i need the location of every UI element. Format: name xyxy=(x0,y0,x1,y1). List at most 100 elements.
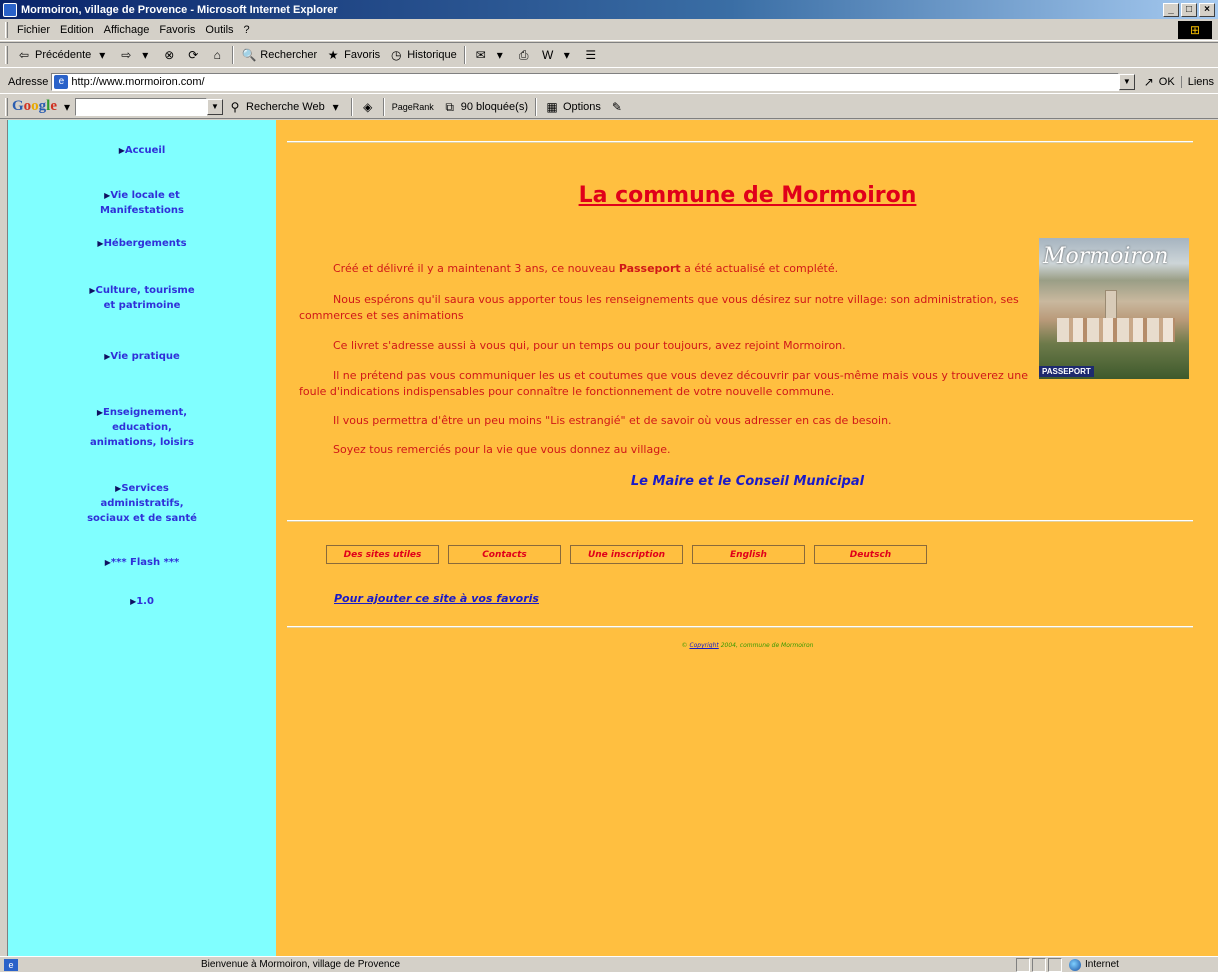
useful-sites-button[interactable]: Des sites utiles xyxy=(326,545,439,564)
back-label: Précédente xyxy=(35,49,92,61)
nav-vie-pratique[interactable]: ▶Vie pratique xyxy=(8,349,276,364)
link-buttons: Des sites utiles Contacts Une inscriptio… xyxy=(326,545,927,564)
forward-dropdown-icon[interactable]: ▾ xyxy=(137,47,153,63)
status-text: Bienvenue à Mormoiron, village de Proven… xyxy=(201,959,400,970)
toolbar-separator xyxy=(382,97,385,116)
paragraph-1: Créé et délivré il y a maintenant 3 ans,… xyxy=(299,261,1039,277)
nav-label: Vie locale et xyxy=(110,190,180,201)
refresh-icon: ⟳ xyxy=(188,48,199,62)
nav-culture-tourisme[interactable]: ▶Culture, tourisme et patrimoine xyxy=(8,283,276,313)
registration-button[interactable]: Une inscription xyxy=(570,545,683,564)
highlight-button[interactable]: ✎ xyxy=(605,99,629,115)
highlighter-icon: ✎ xyxy=(611,99,622,114)
nav-label: education, xyxy=(112,422,172,433)
nav-label: Enseignement, xyxy=(103,407,188,418)
status-panel xyxy=(1048,958,1062,972)
english-button[interactable]: English xyxy=(692,545,805,564)
go-button[interactable]: ↗ OK xyxy=(1135,74,1181,90)
toolbar-grip[interactable] xyxy=(5,46,8,64)
menu-view[interactable]: Affichage xyxy=(99,24,155,36)
nav-accueil[interactable]: ▶Accueil xyxy=(8,143,276,158)
go-arrow-icon: ↗ xyxy=(1143,74,1154,89)
address-dropdown-icon[interactable]: ▼ xyxy=(1118,73,1135,90)
google-toolbar-grip[interactable] xyxy=(5,97,8,116)
add-favorites-link[interactable]: Pour ajouter ce site à vos favoris xyxy=(334,592,539,605)
discuss-icon: ☰ xyxy=(585,48,597,62)
nav-label: Culture, tourisme xyxy=(95,285,195,296)
nav-version[interactable]: ▶1.0 xyxy=(8,594,276,609)
forward-button[interactable]: ⇨ ▾ xyxy=(114,47,157,63)
favorites-label: Favoris xyxy=(344,49,381,61)
divider-middle xyxy=(287,520,1193,522)
web-search-button[interactable]: ⚲ Recherche Web ▾ xyxy=(223,99,348,115)
nav-services[interactable]: ▶Services administratifs, sociaux et de … xyxy=(8,481,276,526)
mail-button[interactable]: ✉ ▾ xyxy=(469,47,512,63)
minimize-button[interactable]: _ xyxy=(1163,2,1179,17)
refresh-button[interactable]: ⟳ xyxy=(181,47,205,63)
close-button[interactable]: × xyxy=(1199,2,1215,17)
nav-label: administratifs, xyxy=(100,498,184,509)
menubar-grip[interactable] xyxy=(5,21,8,38)
p2-text: Nous espérons qu'il saura vous apporter … xyxy=(299,293,1019,322)
edit-button[interactable]: W ▾ xyxy=(536,47,579,63)
address-label: Adresse xyxy=(8,75,49,88)
search-button[interactable]: 🔍 Rechercher xyxy=(237,47,321,63)
discuss-button[interactable]: ☰ xyxy=(579,47,603,63)
word-edit-icon: W xyxy=(542,48,554,62)
toolbar-separator xyxy=(232,46,235,64)
binoculars-icon: ⚲ xyxy=(230,99,240,114)
nav-enseignement[interactable]: ▶Enseignement, education, animations, lo… xyxy=(8,405,276,450)
passport-title: Mormoiron xyxy=(1043,244,1169,269)
menu-help[interactable]: ? xyxy=(239,24,255,36)
address-input[interactable]: e http://www.mormoiron.com/ xyxy=(51,72,1119,91)
google-search-input[interactable] xyxy=(75,97,208,116)
links-button[interactable]: Liens xyxy=(1180,75,1218,88)
toolbar-separator xyxy=(535,97,537,116)
menu-tools[interactable]: Outils xyxy=(200,24,238,36)
menu-favorites[interactable]: Favoris xyxy=(154,24,200,36)
menu-file[interactable]: Fichier xyxy=(12,24,55,36)
maximize-button[interactable]: □ xyxy=(1181,2,1197,17)
paragraph-6: Soyez tous remerciés pour la vie que vou… xyxy=(299,442,1039,458)
contacts-button[interactable]: Contacts xyxy=(448,545,561,564)
google-menu-dropdown-icon[interactable]: ▾ xyxy=(59,99,75,115)
search-icon: 🔍 xyxy=(241,48,257,62)
menu-edit[interactable]: Edition xyxy=(55,24,99,36)
home-button[interactable]: ⌂ xyxy=(205,47,229,63)
popup-blocked-count: 90 bloquée(s) xyxy=(460,100,528,113)
print-button[interactable]: ⎙ xyxy=(512,47,536,63)
back-dropdown-icon[interactable]: ▾ xyxy=(94,47,110,63)
favorites-button[interactable]: ★ Favoris xyxy=(321,47,384,63)
windows-logo-icon: ⊞ xyxy=(1178,21,1212,39)
internet-globe-icon xyxy=(1069,958,1081,971)
paragraph-3: Ce livret s'adresse aussi à vous qui, po… xyxy=(299,338,1039,354)
nav-vie-locale[interactable]: ▶Vie locale et Manifestations xyxy=(8,188,276,218)
history-button[interactable]: ◷ Historique xyxy=(384,47,461,63)
print-icon: ⎙ xyxy=(518,48,529,62)
address-url: http://www.mormoiron.com/ xyxy=(71,75,205,88)
window-title: Mormoiron, village de Provence - Microso… xyxy=(21,3,338,16)
nav-label: *** Flash *** xyxy=(110,557,180,568)
paragraph-5: Il vous permettra d'être un peu moins "L… xyxy=(299,413,1039,429)
pagerank-indicator[interactable]: PageRank xyxy=(388,102,438,112)
google-logo-button[interactable]: Google xyxy=(12,98,57,115)
passport-cover-image: Mormoiron PASSEPORT xyxy=(1039,238,1189,379)
popup-blocker-button[interactable]: ⧉ 90 bloquée(s) xyxy=(438,99,532,115)
nav-hebergements[interactable]: ▶Hébergements xyxy=(8,236,276,251)
address-bar: Adresse e http://www.mormoiron.com/ ▼ ↗ … xyxy=(0,70,1218,94)
news-button[interactable]: ◈ xyxy=(356,99,380,115)
google-search-dropdown-icon[interactable]: ▼ xyxy=(207,98,224,115)
nav-label: Manifestations xyxy=(99,205,184,216)
nav-flash[interactable]: ▶*** Flash *** xyxy=(8,555,276,570)
options-button[interactable]: ▦ Options xyxy=(540,99,605,115)
p3-text: Ce livret s'adresse aussi à vous qui, po… xyxy=(333,339,846,352)
nav-label: Accueil xyxy=(124,145,166,156)
stop-button[interactable]: ⊗ xyxy=(157,47,181,63)
passport-label: PASSEPORT xyxy=(1039,366,1094,377)
status-panel xyxy=(1016,958,1030,972)
copyright-link[interactable]: Copyright xyxy=(689,642,718,649)
back-button[interactable]: ⇦ Précédente ▾ xyxy=(12,47,114,63)
deutsch-button[interactable]: Deutsch xyxy=(814,545,927,564)
history-label: Historique xyxy=(407,49,457,61)
web-search-dropdown-icon: ▾ xyxy=(332,99,339,114)
